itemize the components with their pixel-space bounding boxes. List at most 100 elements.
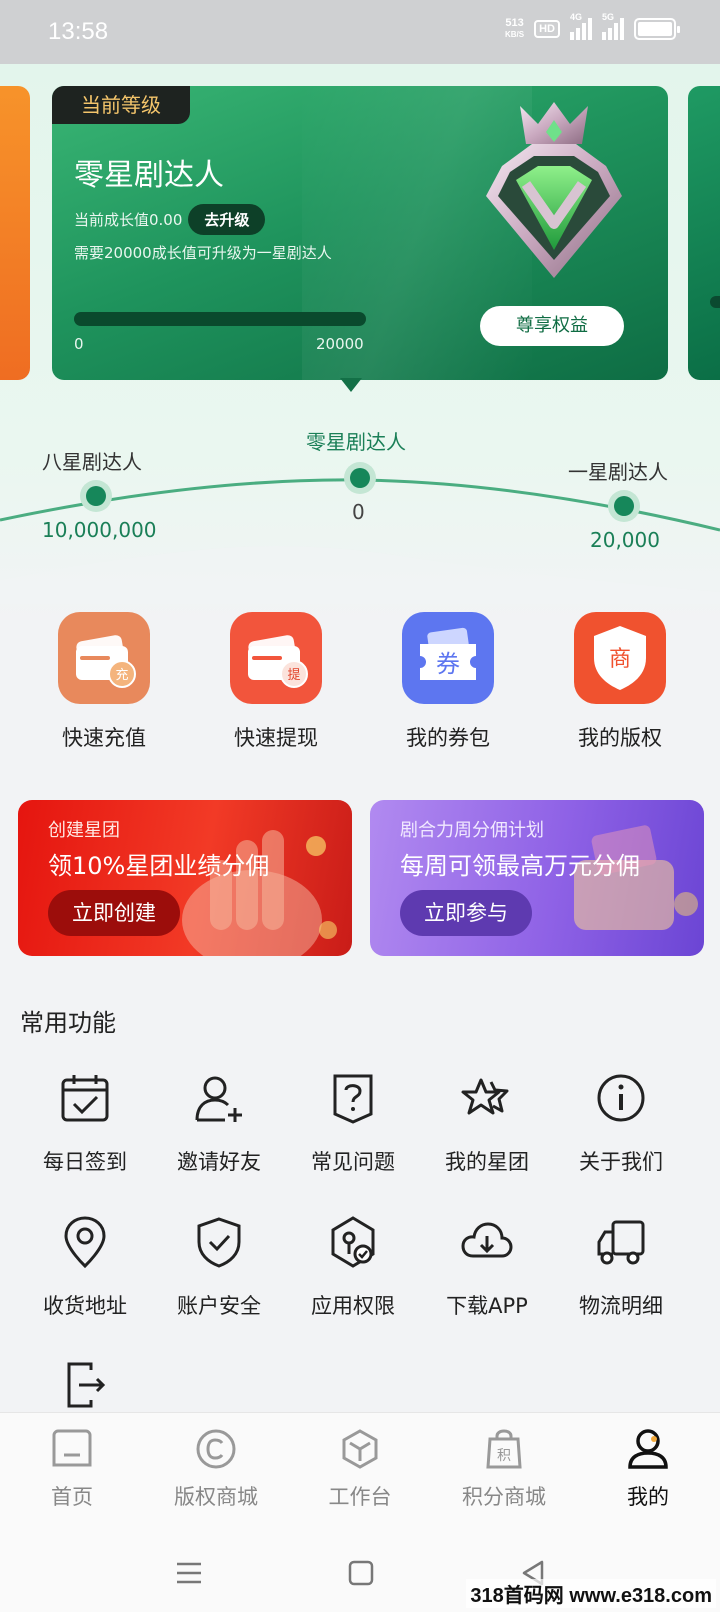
level-node-left-value: 10,000,000 (42, 518, 157, 542)
quick-recharge-label: 快速充值 (62, 726, 146, 750)
location-icon (64, 1216, 106, 1269)
stars-icon (461, 1078, 509, 1115)
tab-points-mall[interactable]: 积 积分商城 (432, 1427, 576, 1511)
menu-icon[interactable] (172, 1556, 206, 1590)
diamond-crown-icon (486, 102, 622, 278)
account-security-label: 账户安全 (177, 1294, 261, 1318)
permission-icon (331, 1216, 375, 1268)
benefits-button[interactable]: 尊享权益 (480, 306, 624, 346)
growth-progress-bar (74, 312, 366, 326)
level-tag: 当前等级 (52, 86, 190, 124)
workbench-icon (342, 1429, 378, 1469)
create-team-banner[interactable]: 创建星团 领10%星团业绩分佣 立即创建 (18, 800, 352, 956)
my-coupons[interactable]: 券 我的券包 (362, 612, 534, 752)
upgrade-requirement: 需要20000成长值可升级为一星剧达人 (74, 244, 332, 262)
faq-label: 常见问题 (311, 1150, 395, 1174)
daily-checkin[interactable]: 每日签到 (18, 1070, 152, 1176)
weekly-commission-banner[interactable]: 剧合力周分佣计划 每周可领最高万元分佣 立即参与 (370, 800, 704, 956)
shipping-address[interactable]: 收货地址 (18, 1214, 152, 1320)
home-square-icon[interactable] (344, 1556, 378, 1590)
logistics-details[interactable]: 物流明细 (554, 1214, 688, 1320)
hd-icon: HD (534, 20, 560, 38)
app-permissions-label: 应用权限 (311, 1294, 395, 1318)
create-team-subtitle: 创建星团 (48, 820, 120, 841)
home-icon (52, 1429, 92, 1467)
tab-workbench[interactable]: 工作台 (288, 1427, 432, 1511)
invite-friends[interactable]: 邀请好友 (152, 1070, 286, 1176)
app-permissions[interactable]: 应用权限 (286, 1214, 420, 1320)
progress-min: 0 (74, 335, 84, 353)
my-copyright[interactable]: 商 我的版权 (534, 612, 706, 752)
copyright-shield-icon: 商 (574, 612, 666, 704)
points-bag-icon: 积 (486, 1429, 522, 1469)
watermark-text: 318首码网 www.e318.com (466, 1579, 716, 1608)
growth-row: 当前成长值0.00 去升级 (74, 204, 266, 235)
daily-checkin-label: 每日签到 (43, 1150, 127, 1174)
account-security[interactable]: 账户安全 (152, 1214, 286, 1320)
tab-workbench-label: 工作台 (328, 1485, 392, 1509)
current-level-card: 当前等级 零星剧达人 当前成长值0.00 去升级 需要20000成长值可升级为一… (52, 86, 668, 392)
tab-home[interactable]: 首页 (0, 1427, 144, 1511)
svg-text:积: 积 (497, 1448, 511, 1464)
battery-icon (634, 18, 680, 40)
about-us-label: 关于我们 (579, 1150, 663, 1174)
tab-copyright-mall-label: 版权商城 (174, 1485, 258, 1509)
shield-check-icon (197, 1217, 241, 1268)
level-node-right-name: 一星剧达人 (568, 460, 668, 484)
svg-text:商: 商 (609, 647, 631, 672)
truck-icon (597, 1220, 645, 1265)
growth-value: 当前成长值0.00 (74, 211, 183, 229)
quick-recharge[interactable]: 充 快速充值 (18, 612, 190, 752)
upgrade-button[interactable]: 去升级 (188, 204, 266, 235)
system-nav-bar: 318首码网 www.e318.com (0, 1534, 720, 1612)
add-user-icon (195, 1076, 242, 1122)
wallet-recharge-icon: 充 (58, 612, 150, 704)
tab-copyright-mall[interactable]: 版权商城 (144, 1427, 288, 1511)
about-us[interactable]: 关于我们 (554, 1070, 688, 1176)
invite-friends-label: 邀请好友 (177, 1150, 261, 1174)
card-pointer (340, 378, 362, 392)
level-track: 八星剧达人 10,000,000 零星剧达人 0 一星剧达人 20,000 (0, 404, 720, 604)
svg-text:充: 充 (115, 667, 128, 683)
my-star-team-label: 我的星团 (445, 1150, 529, 1174)
download-app[interactable]: 下载APP (420, 1214, 554, 1320)
status-bar: 13:58 513 KB/S HD 4G 5G (0, 0, 720, 64)
quick-withdraw-label: 快速提现 (234, 726, 318, 750)
my-copyright-label: 我的版权 (578, 726, 662, 750)
logout-icon (67, 1362, 106, 1408)
download-app-label: 下载APP (446, 1294, 528, 1318)
svg-text:券: 券 (436, 650, 460, 678)
logistics-details-label: 物流明细 (579, 1294, 663, 1318)
level-name: 零星剧达人 (74, 158, 224, 193)
tab-home-label: 首页 (51, 1485, 93, 1509)
coupon-icon: 券 (402, 612, 494, 704)
prev-level-card[interactable] (0, 86, 30, 380)
network-speed: 513 KB/S (504, 17, 525, 40)
next-level-card[interactable] (688, 86, 720, 380)
signal-5g-icon: 5G (602, 12, 624, 40)
signal-4g-icon: 4G (570, 12, 592, 40)
shipping-address-label: 收货地址 (43, 1294, 127, 1318)
faq[interactable]: 常见问题 (286, 1070, 420, 1176)
calendar-check-icon (61, 1075, 109, 1122)
quick-withdraw[interactable]: 提 快速提现 (190, 612, 362, 752)
level-node-right-value: 20,000 (590, 528, 660, 552)
user-icon (628, 1429, 668, 1469)
logout[interactable] (18, 1356, 152, 1416)
my-star-team[interactable]: 我的星团 (420, 1070, 554, 1176)
level-node-left-name: 八星剧达人 (42, 450, 142, 474)
create-team-button[interactable]: 立即创建 (48, 890, 180, 936)
create-team-title: 领10%星团业绩分佣 (48, 852, 270, 880)
weekly-commission-title: 每周可领最高万元分佣 (400, 852, 640, 880)
level-node-current-name: 零星剧达人 (306, 430, 406, 454)
cloud-download-icon (461, 1222, 513, 1258)
weekly-commission-button[interactable]: 立即参与 (400, 890, 532, 936)
copyright-icon (196, 1429, 236, 1469)
common-functions-title: 常用功能 (20, 1009, 116, 1037)
tab-points-mall-label: 积分商城 (462, 1485, 546, 1509)
status-icons: 513 KB/S HD 4G 5G (504, 12, 680, 40)
svg-text:提: 提 (287, 667, 300, 683)
level-section: 当前等级 零星剧达人 当前成长值0.00 去升级 需要20000成长值可升级为一… (0, 64, 720, 624)
weekly-commission-subtitle: 剧合力周分佣计划 (400, 820, 544, 841)
tab-mine[interactable]: 我的 (576, 1427, 720, 1511)
